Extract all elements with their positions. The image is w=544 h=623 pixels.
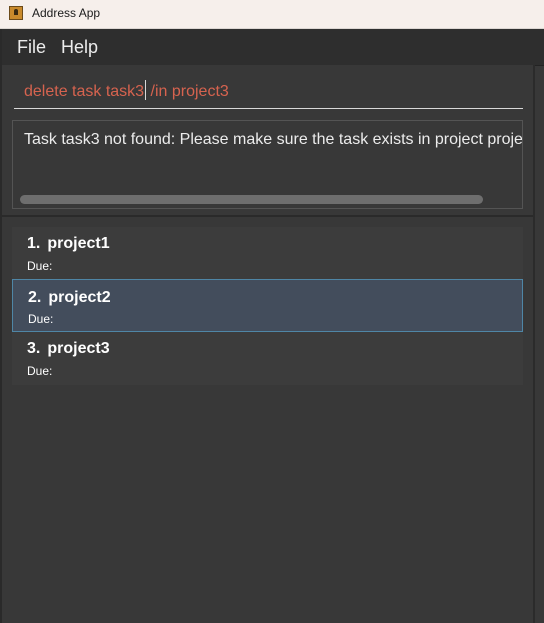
project-name: project1 [47, 235, 110, 252]
project-index: 2. [28, 289, 42, 306]
project-title: 2. project2 [28, 289, 111, 307]
result-display[interactable]: Task task3 not found: Please make sure t… [12, 120, 523, 209]
window-left-border [0, 29, 2, 623]
menu-file[interactable]: File [17, 37, 46, 58]
command-input[interactable]: delete task task3 /in project3 [14, 77, 523, 109]
project-index: 3. [27, 340, 41, 357]
result-message: Task task3 not found: Please make sure t… [24, 131, 523, 148]
menu-help[interactable]: Help [61, 37, 98, 58]
project-list[interactable]: 1. project1 Due: 2. project2 Due: 3. projec… [12, 227, 523, 385]
project-name: project2 [48, 289, 111, 306]
project-title: 3. project3 [27, 340, 110, 358]
project-due: Due: [27, 364, 53, 378]
command-text-before-cursor: delete task task3 [24, 83, 145, 100]
horizontal-scrollbar-thumb[interactable] [20, 195, 483, 204]
project-due: Due: [28, 312, 54, 326]
address-book-icon [9, 6, 23, 20]
vertical-separator [533, 65, 535, 623]
panel-divider[interactable] [2, 215, 534, 217]
window-title: Address App [32, 6, 101, 20]
project-index: 1. [27, 235, 41, 252]
command-area: delete task task3 /in project3 [2, 65, 534, 117]
project-name: project3 [47, 340, 110, 357]
menu-bar: File Help [2, 29, 544, 66]
title-bar: Address App [0, 0, 544, 29]
project-card-3[interactable]: 3. project3 Due: [12, 332, 523, 385]
project-due: Due: [27, 259, 53, 273]
project-card-1[interactable]: 1. project1 Due: [12, 227, 523, 280]
project-card-2[interactable]: 2. project2 Due: [12, 279, 523, 332]
project-title: 1. project1 [27, 235, 110, 253]
command-text-after-cursor: /in project3 [146, 83, 229, 100]
